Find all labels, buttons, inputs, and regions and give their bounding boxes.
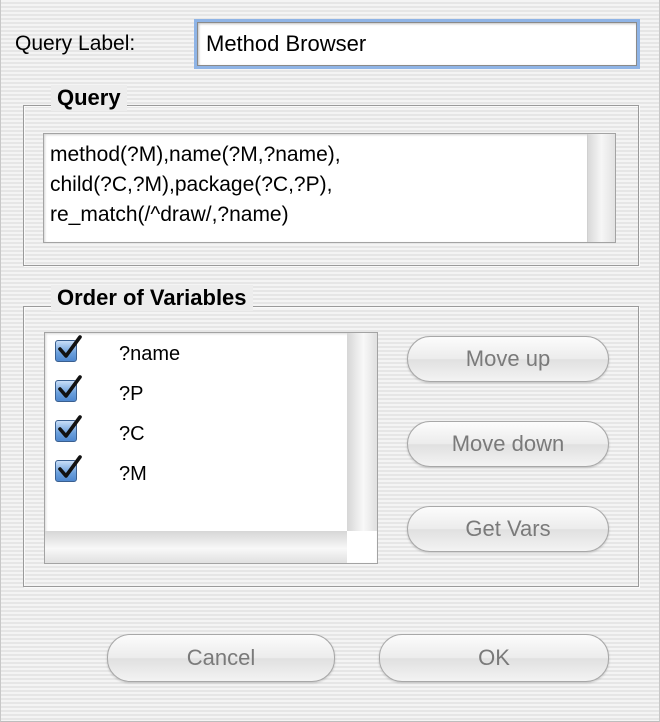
variable-item[interactable]: ?name <box>45 335 345 375</box>
query-scrollbar[interactable] <box>587 134 615 242</box>
variable-label: ?C <box>119 423 145 445</box>
checkmark-icon <box>58 335 82 358</box>
variable-label: ?M <box>119 463 147 485</box>
variables-horizontal-scrollbar[interactable] <box>45 531 347 563</box>
query-group-title: Query <box>51 85 127 111</box>
variable-label: ?name <box>119 343 181 365</box>
move-up-button[interactable]: Move up <box>407 336 609 382</box>
variable-checkbox[interactable] <box>55 415 82 442</box>
checkmark-icon <box>58 455 82 478</box>
variables-group-title: Order of Variables <box>51 285 253 311</box>
variable-item[interactable]: ?C <box>45 415 345 455</box>
get-vars-button[interactable]: Get Vars <box>407 506 609 552</box>
move-down-button[interactable]: Move down <box>407 421 609 467</box>
variable-label: ?P <box>119 383 144 405</box>
query-dialog: Query Label: Query method(?M),name(?M,?n… <box>0 0 660 722</box>
variables-list[interactable]: ?name ?P ?C ?M <box>44 332 378 564</box>
ok-button[interactable]: OK <box>379 634 609 682</box>
variable-item[interactable]: ?M <box>45 455 345 495</box>
query-text[interactable]: method(?M),name(?M,?name), child(?C,?M),… <box>50 140 341 230</box>
checkmark-icon <box>58 375 82 398</box>
query-label-input[interactable] <box>197 22 637 66</box>
variable-checkbox[interactable] <box>55 335 82 362</box>
query-text-area[interactable]: method(?M),name(?M,?name), child(?C,?M),… <box>43 133 616 243</box>
checkmark-icon <box>58 415 82 438</box>
variables-vertical-scrollbar[interactable] <box>347 333 377 531</box>
variable-checkbox[interactable] <box>55 375 82 402</box>
query-label-caption: Query Label: <box>15 32 136 55</box>
variable-checkbox[interactable] <box>55 455 82 482</box>
variable-item[interactable]: ?P <box>45 375 345 415</box>
cancel-button[interactable]: Cancel <box>107 634 335 682</box>
